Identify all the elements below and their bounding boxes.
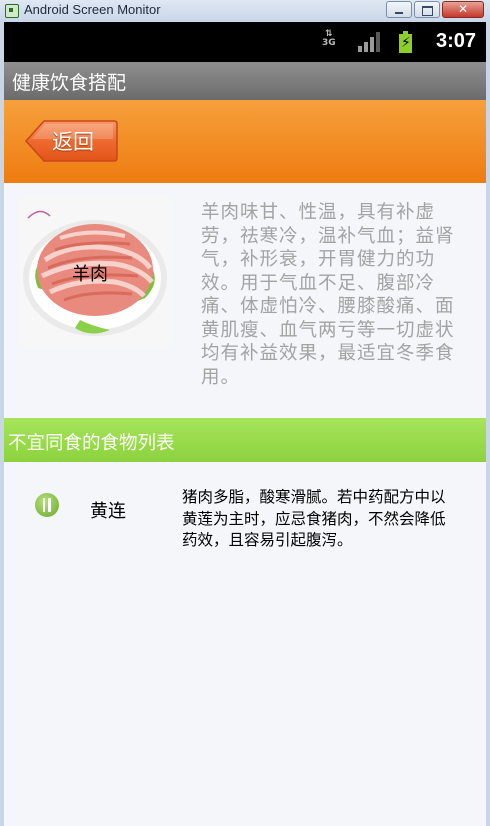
- app-title-bar: 健康饮食搭配: [4, 62, 486, 100]
- network-type-label: 3G: [322, 38, 336, 48]
- window-title: Android Screen Monitor: [24, 2, 161, 17]
- food-image: 羊肉: [20, 198, 170, 348]
- app-monitor-icon: [5, 4, 19, 18]
- utensils-icon: [35, 493, 59, 517]
- food-description: 羊肉味甘、性温，具有补虚劳，祛寒冷，温补气血；益肾气，补形衰，开胃健力的功效。用…: [201, 202, 455, 388]
- list-item-name: 黄连: [90, 501, 126, 522]
- incompatible-list-header: 不宜同食的食物列表: [4, 418, 486, 462]
- signal-strength-icon: [358, 32, 382, 52]
- close-button[interactable]: [442, 1, 484, 18]
- maximize-button[interactable]: [414, 1, 440, 18]
- app-title: 健康饮食搭配: [12, 72, 127, 94]
- window-titlebar: Android Screen Monitor: [0, 0, 490, 23]
- incompatible-list-title: 不宜同食的食物列表: [8, 433, 175, 454]
- list-item[interactable]: 黄连 猪肉多脂，酸寒滑腻。若中药配方中以黄莲为主时，应忌食猪肉，不然会降低药效，…: [4, 462, 486, 572]
- minimize-button[interactable]: [386, 1, 412, 18]
- network-3g-icon: ⇅ 3G: [322, 29, 336, 48]
- food-name: 羊肉: [72, 264, 108, 285]
- incompatible-food-list: 黄连 猪肉多脂，酸寒滑腻。若中药配方中以黄莲为主时，应忌食猪肉，不然会降低药效，…: [4, 462, 486, 826]
- orange-header: 返回: [4, 100, 486, 183]
- list-item-description: 猪肉多脂，酸寒滑腻。若中药配方中以黄莲为主时，应忌食猪肉，不然会降低药效，且容易…: [182, 488, 446, 549]
- food-info-section: 羊肉 羊肉味甘、性温，具有补虚劳，祛寒冷，温补气血；益肾气，补形衰，开胃健力的功…: [4, 183, 486, 418]
- back-button[interactable]: 返回: [24, 119, 118, 163]
- window-frame-right: [486, 22, 490, 826]
- back-button-label: 返回: [52, 130, 94, 154]
- window-controls: [384, 1, 484, 18]
- battery-charging-icon: ⚡: [399, 31, 412, 53]
- android-status-bar: ⇅ 3G ⚡ 3:07: [4, 22, 486, 62]
- status-clock: 3:07: [435, 30, 476, 52]
